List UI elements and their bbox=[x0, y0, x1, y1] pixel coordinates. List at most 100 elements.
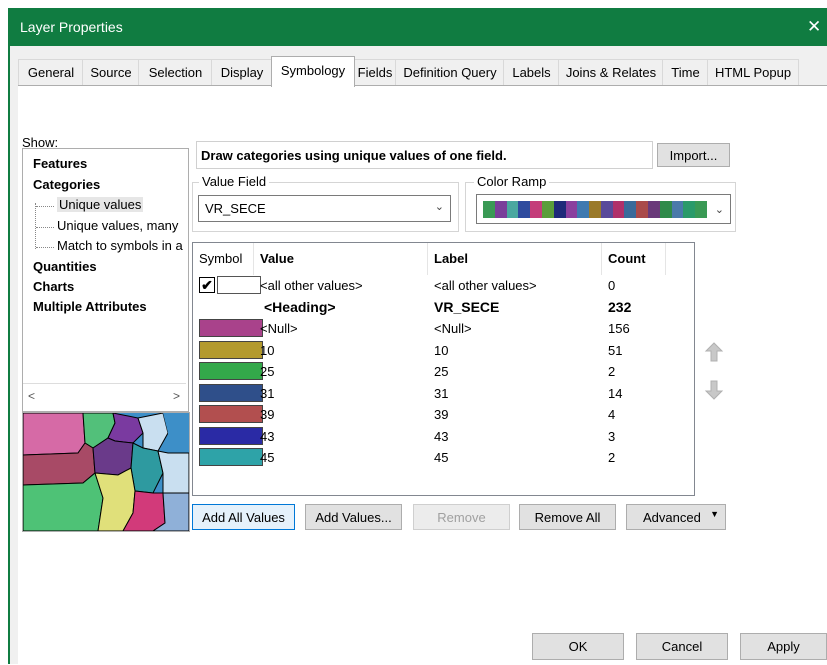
tab-definition-query[interactable]: Definition Query bbox=[395, 59, 505, 86]
table-row[interactable]: 25 25 2 bbox=[193, 361, 693, 382]
renderer-description: Draw categories using unique values of o… bbox=[196, 141, 653, 169]
advanced-button[interactable]: Advanced ▼ bbox=[626, 504, 726, 530]
color-ramp-segment bbox=[636, 201, 649, 218]
color-ramp-segment bbox=[530, 201, 543, 218]
tree-connector bbox=[36, 247, 54, 248]
color-ramp-segment bbox=[612, 201, 625, 218]
table-row[interactable]: <Null> <Null> 156 bbox=[193, 318, 693, 339]
remove-button[interactable]: Remove bbox=[413, 504, 510, 530]
cell-value: 45 bbox=[260, 450, 275, 465]
symbol-swatch[interactable] bbox=[217, 276, 261, 294]
cell-label: <Null> bbox=[434, 321, 472, 336]
import-button[interactable]: Import... bbox=[657, 143, 730, 167]
color-ramp-swatch bbox=[483, 201, 708, 218]
cell-value: 10 bbox=[260, 342, 275, 358]
table-row[interactable]: <Heading> VR_SECE 232 bbox=[193, 297, 693, 318]
symbol-swatch[interactable] bbox=[199, 340, 263, 359]
cell-value: 25 bbox=[260, 364, 275, 379]
all-other-values-checkbox[interactable]: ✔ bbox=[199, 277, 215, 293]
map-preview-image bbox=[22, 412, 190, 532]
symbol-swatch[interactable] bbox=[199, 448, 263, 466]
table-row[interactable]: 39 39 4 bbox=[193, 404, 693, 425]
tab-time[interactable]: Time bbox=[662, 59, 709, 86]
show-item-quantities[interactable]: Quantities bbox=[33, 259, 97, 274]
cell-count: 2 bbox=[608, 364, 616, 379]
color-ramp-segment bbox=[600, 201, 614, 218]
table-row[interactable]: 43 43 3 bbox=[193, 426, 693, 447]
show-item-features[interactable]: Features bbox=[33, 156, 87, 171]
cancel-button[interactable]: Cancel bbox=[636, 633, 728, 660]
cell-label: 10 bbox=[434, 342, 449, 358]
table-row[interactable]: 10 10 51 bbox=[193, 340, 693, 361]
cell-count: 156 bbox=[608, 321, 630, 336]
scroll-left-icon[interactable]: < bbox=[28, 389, 35, 403]
table-row[interactable]: 45 45 2 bbox=[193, 447, 693, 468]
color-ramp-segment bbox=[648, 201, 661, 218]
chevron-down-icon: ⌄ bbox=[714, 204, 724, 216]
symbol-swatch[interactable] bbox=[199, 426, 263, 445]
show-item-match-to-symbols-in-a[interactable]: Match to symbols in a bbox=[57, 238, 183, 253]
tab-display[interactable]: Display bbox=[211, 59, 273, 86]
close-icon[interactable]: ✕ bbox=[807, 17, 827, 37]
title-bar: Layer Properties ✕ bbox=[8, 8, 827, 46]
add-all-values-button[interactable]: Add All Values bbox=[192, 504, 295, 530]
remove-all-button[interactable]: Remove All bbox=[519, 504, 616, 530]
cell-value: <Null> bbox=[260, 321, 298, 336]
show-item-charts[interactable]: Charts bbox=[33, 279, 74, 294]
tab-symbology[interactable]: Symbology bbox=[271, 56, 355, 87]
color-ramp-dropdown[interactable]: ⌄ bbox=[476, 194, 731, 224]
table-row[interactable]: 31 31 14 bbox=[193, 383, 693, 404]
color-ramp-segment bbox=[659, 201, 673, 218]
color-ramp-segment bbox=[577, 201, 590, 218]
value-field-label: Value Field bbox=[199, 174, 270, 189]
cell-count: 0 bbox=[608, 278, 616, 293]
table-row[interactable]: ✔ <all other values> <all other values> 0 bbox=[193, 275, 693, 296]
tab-labels[interactable]: Labels bbox=[503, 59, 560, 86]
show-item-unique-values[interactable]: Unique values bbox=[57, 197, 144, 212]
show-item-categories[interactable]: Categories bbox=[33, 177, 100, 192]
color-ramp-segment bbox=[506, 201, 519, 218]
symbol-swatch[interactable] bbox=[199, 383, 263, 402]
column-header-label[interactable]: Label bbox=[428, 243, 602, 275]
cell-label: VR_SECE bbox=[434, 298, 500, 315]
show-item-multiple-attributes[interactable]: Multiple Attributes bbox=[33, 299, 147, 314]
color-ramp-segment bbox=[483, 201, 496, 218]
tab-fields[interactable]: Fields bbox=[353, 59, 397, 86]
apply-button[interactable]: Apply bbox=[740, 633, 827, 660]
cell-label: 43 bbox=[434, 428, 449, 444]
add-values-button[interactable]: Add Values... bbox=[305, 504, 402, 530]
tab-html-popup[interactable]: HTML Popup bbox=[707, 59, 799, 86]
column-header-count[interactable]: Count bbox=[602, 243, 666, 275]
tab-joins-relates[interactable]: Joins & Relates bbox=[558, 59, 664, 86]
scroll-right-icon[interactable]: > bbox=[173, 389, 180, 403]
tree-connector bbox=[35, 203, 36, 249]
symbol-swatch[interactable] bbox=[199, 362, 263, 380]
show-item-unique-values-many[interactable]: Unique values, many bbox=[57, 218, 178, 233]
cell-count: 2 bbox=[608, 450, 616, 465]
tab-source[interactable]: Source bbox=[82, 59, 140, 86]
column-header-symbol[interactable]: Symbol bbox=[193, 243, 254, 275]
cell-label: 25 bbox=[434, 364, 449, 379]
symbol-swatch[interactable] bbox=[199, 405, 263, 423]
cell-count: 232 bbox=[608, 298, 632, 315]
tab-general[interactable]: General bbox=[18, 59, 84, 86]
show-tree[interactable]: Features Categories Unique values Unique va… bbox=[22, 148, 189, 412]
move-down-icon[interactable] bbox=[703, 378, 725, 402]
tree-horizontal-scrollbar[interactable]: < > bbox=[23, 383, 186, 409]
color-ramp-segment bbox=[518, 201, 531, 218]
cell-count: 14 bbox=[608, 385, 623, 401]
column-header-value[interactable]: Value bbox=[254, 243, 428, 275]
ok-button[interactable]: OK bbox=[532, 633, 624, 660]
move-up-icon[interactable] bbox=[703, 340, 725, 364]
color-ramp-segment bbox=[494, 201, 508, 218]
tree-connector bbox=[36, 227, 54, 228]
symbol-value-table[interactable]: Symbol Value Label Count ✔ <all other values>… bbox=[192, 242, 695, 496]
value-field-dropdown[interactable]: VR_SECE ⌄ bbox=[198, 195, 451, 222]
cell-value: 43 bbox=[260, 428, 275, 444]
color-ramp-segment bbox=[589, 201, 602, 218]
color-ramp-label: Color Ramp bbox=[474, 174, 550, 189]
tab-selection[interactable]: Selection bbox=[138, 59, 213, 86]
renderer-description-text: Draw categories using unique values of o… bbox=[201, 148, 507, 163]
symbol-swatch[interactable] bbox=[199, 319, 263, 337]
chevron-down-icon: ⌄ bbox=[434, 201, 444, 213]
